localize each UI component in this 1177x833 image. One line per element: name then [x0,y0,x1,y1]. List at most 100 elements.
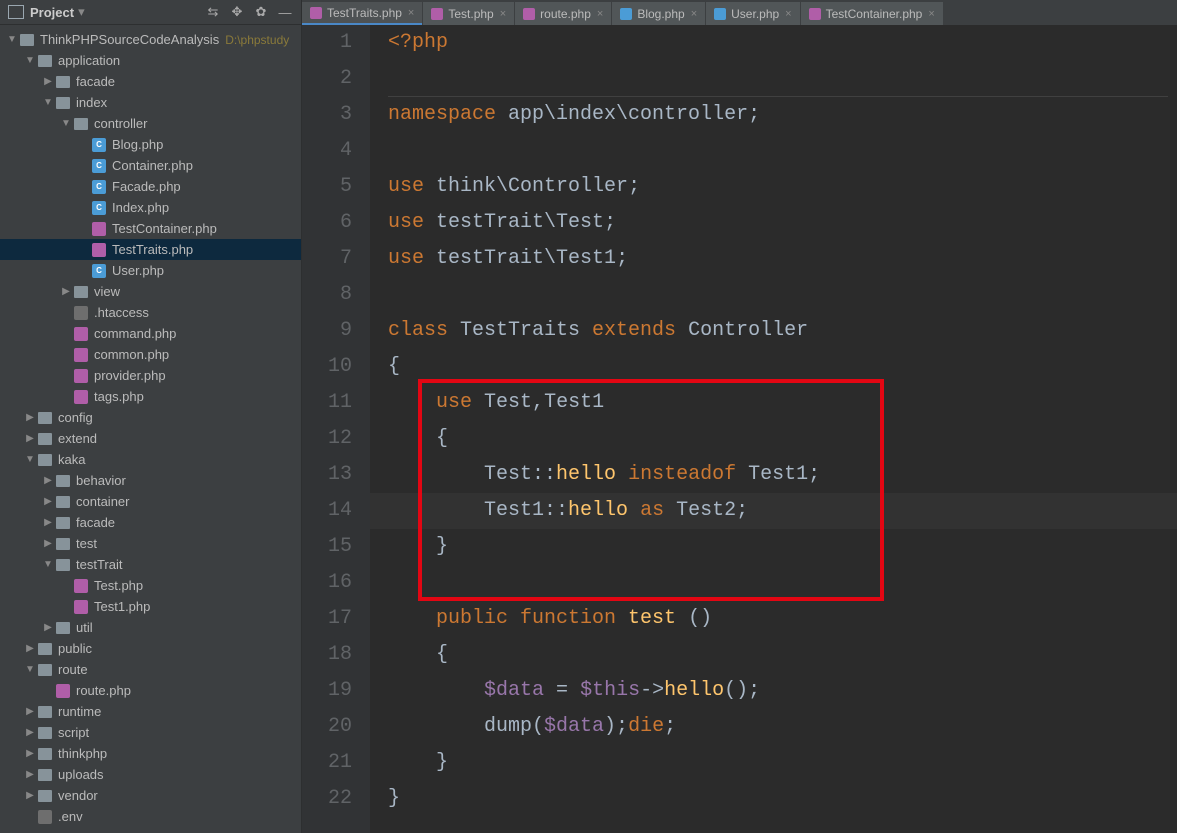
tree-folder[interactable]: ▶thinkphp [0,743,301,764]
tree-file[interactable]: provider.php [0,365,301,386]
tab-close-icon[interactable]: × [928,8,934,20]
code-line[interactable]: $data = $this->hello(); [370,673,1177,709]
tree-folder[interactable]: ▶config [0,407,301,428]
code-line[interactable]: { [370,421,1177,457]
tree-arrow-icon[interactable]: ▶ [42,496,54,507]
tree-arrow-icon[interactable]: ▶ [24,433,36,444]
tab-close-icon[interactable]: × [500,8,506,20]
target-icon[interactable]: ✥ [229,4,245,20]
tree-arrow-icon[interactable]: ▼ [42,97,54,108]
tree-arrow-icon[interactable]: ▶ [60,286,72,297]
tree-file[interactable]: CContainer.php [0,155,301,176]
tree-file[interactable]: route.php [0,680,301,701]
editor-tab[interactable]: route.php× [515,2,611,25]
tree-file[interactable]: .htaccess [0,302,301,323]
tree-folder[interactable]: ▼testTrait [0,554,301,575]
tree-arrow-icon[interactable]: ▶ [24,748,36,759]
code-line[interactable] [370,277,1177,313]
tree-file[interactable]: CUser.php [0,260,301,281]
tree-arrow-icon[interactable]: ▼ [60,118,72,129]
code-line[interactable]: use testTrait\Test; [370,205,1177,241]
code-body[interactable]: <?php namespace app\index\controller; use … [370,25,1177,833]
tree-arrow-icon[interactable]: ▼ [42,559,54,570]
tree-folder[interactable]: ▶runtime [0,701,301,722]
editor-tab[interactable]: TestContainer.php× [801,2,943,25]
tab-close-icon[interactable]: × [408,7,414,19]
tree-file[interactable]: CIndex.php [0,197,301,218]
tree-folder[interactable]: ▼kaka [0,449,301,470]
tree-file[interactable]: command.php [0,323,301,344]
tree-folder[interactable]: ▶container [0,491,301,512]
tree-file[interactable]: TestTraits.php [0,239,301,260]
tree-file[interactable]: tags.php [0,386,301,407]
tree-arrow-icon[interactable]: ▶ [24,727,36,738]
tree-arrow-icon[interactable]: ▶ [42,622,54,633]
tab-close-icon[interactable]: × [597,8,603,20]
tree-arrow-icon[interactable]: ▶ [42,538,54,549]
tree-folder[interactable]: ▶util [0,617,301,638]
dropdown-icon[interactable]: ▾ [78,4,85,20]
code-line[interactable]: Test::hello insteadof Test1; [370,457,1177,493]
code-line[interactable]: use think\Controller; [370,169,1177,205]
code-line[interactable] [370,61,1177,97]
collapse-icon[interactable]: ⇆ [205,4,221,20]
code-line[interactable] [370,133,1177,169]
tree-folder[interactable]: ▶uploads [0,764,301,785]
tree-folder[interactable]: ▶public [0,638,301,659]
tree-arrow-icon[interactable]: ▼ [24,55,36,66]
code-line[interactable]: class TestTraits extends Controller [370,313,1177,349]
tree-arrow-icon[interactable]: ▶ [42,517,54,528]
code-line[interactable]: use testTrait\Test1; [370,241,1177,277]
tree-arrow-icon[interactable]: ▶ [24,769,36,780]
editor-tab[interactable]: TestTraits.php× [302,2,422,25]
tree-arrow-icon[interactable]: ▶ [42,475,54,486]
editor-tab[interactable]: Test.php× [423,2,514,25]
tree-folder[interactable]: ▼route [0,659,301,680]
tree-arrow-icon[interactable]: ▶ [24,412,36,423]
tree-folder[interactable]: ▶extend [0,428,301,449]
tree-file[interactable]: Test1.php [0,596,301,617]
code-line[interactable]: } [370,781,1177,817]
editor-tab[interactable]: User.php× [706,2,799,25]
code-line[interactable]: } [370,745,1177,781]
code-line[interactable]: { [370,637,1177,673]
tree-folder[interactable]: ▶vendor [0,785,301,806]
tree-arrow-icon[interactable]: ▼ [24,454,36,465]
gear-icon[interactable]: ✿ [253,4,269,20]
tree-file[interactable]: common.php [0,344,301,365]
code-line[interactable]: use Test,Test1 [370,385,1177,421]
tree-arrow-icon[interactable]: ▶ [24,706,36,717]
tree-arrow-icon[interactable]: ▶ [24,790,36,801]
tree-folder[interactable]: ▶script [0,722,301,743]
code-line[interactable]: Test1::hello as Test2; [370,493,1177,529]
code-line[interactable]: { [370,349,1177,385]
tree-folder[interactable]: ▶behavior [0,470,301,491]
tree-file[interactable]: CBlog.php [0,134,301,155]
tree-arrow-icon[interactable]: ▼ [24,664,36,675]
tree-folder[interactable]: ▼application [0,50,301,71]
tree-file[interactable]: Test.php [0,575,301,596]
tree-folder[interactable]: ▼controller [0,113,301,134]
code-line[interactable]: } [370,529,1177,565]
code-line[interactable]: public function test () [370,601,1177,637]
tab-close-icon[interactable]: × [691,8,697,20]
project-tree[interactable]: ▼ThinkPHPSourceCodeAnalysisD:\phpstudy▼a… [0,25,301,833]
tree-folder[interactable]: ▼ThinkPHPSourceCodeAnalysisD:\phpstudy [0,29,301,50]
tree-arrow-icon[interactable]: ▶ [42,76,54,87]
code-line[interactable]: dump($data);die; [370,709,1177,745]
hide-icon[interactable]: — [277,4,293,20]
tree-file[interactable]: TestContainer.php [0,218,301,239]
tree-folder[interactable]: ▶facade [0,512,301,533]
tree-folder[interactable]: ▶facade [0,71,301,92]
tree-arrow-icon[interactable]: ▶ [24,643,36,654]
tab-close-icon[interactable]: × [785,8,791,20]
editor-tab[interactable]: Blog.php× [612,2,705,25]
tree-folder[interactable]: ▶test [0,533,301,554]
code-line[interactable]: <?php [370,25,1177,61]
tree-arrow-icon[interactable]: ▼ [6,34,18,45]
code-line[interactable]: namespace app\index\controller; [370,97,1177,133]
tree-folder[interactable]: ▶view [0,281,301,302]
tree-file[interactable]: .env [0,806,301,827]
tree-folder[interactable]: ▼index [0,92,301,113]
tree-file[interactable]: CFacade.php [0,176,301,197]
